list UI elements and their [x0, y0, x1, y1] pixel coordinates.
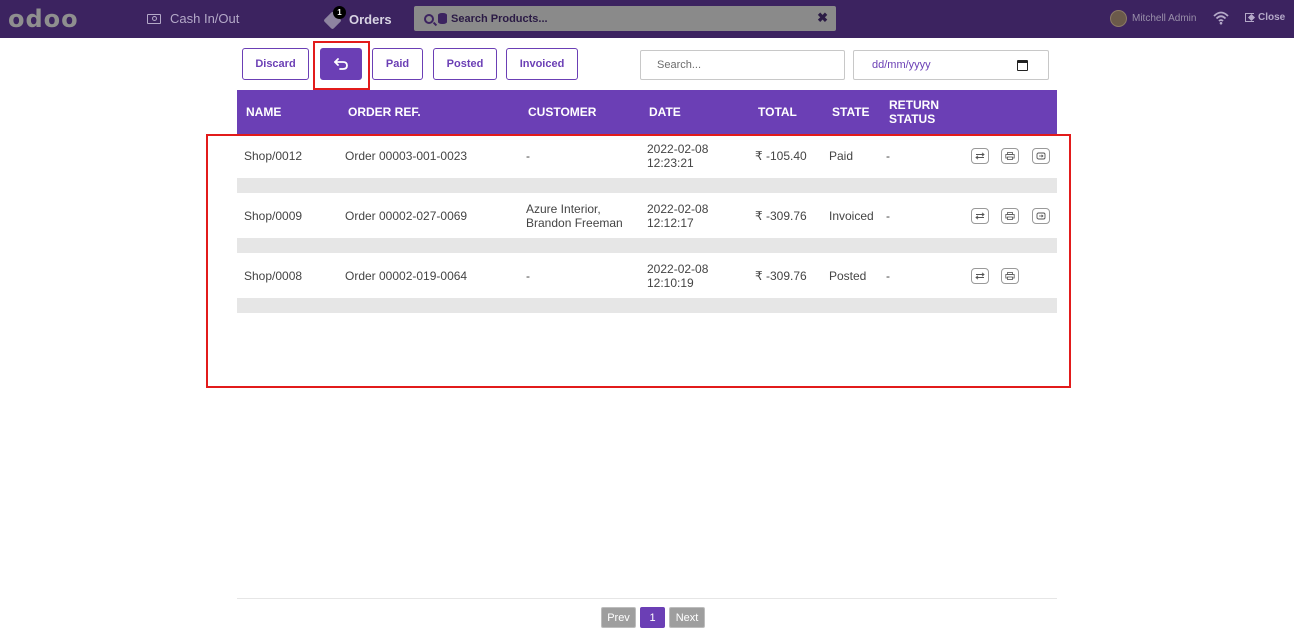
avatar [1110, 10, 1127, 27]
orders-button[interactable]: 1 Orders [323, 6, 392, 30]
invoiced-filter-button[interactable]: Invoiced [506, 48, 578, 80]
paid-filter-button[interactable]: Paid [372, 48, 423, 80]
calendar-icon[interactable] [1017, 60, 1028, 71]
odoo-logo: odoo [8, 5, 79, 33]
date-filter-input[interactable]: dd/mm/yyyy [853, 50, 1049, 80]
orders-count-badge: 1 [333, 6, 346, 19]
back-button-highlight [313, 41, 370, 90]
order-search-input[interactable]: Search... [640, 50, 845, 80]
close-button[interactable]: Close [1245, 12, 1285, 23]
cash-in-out-label: Cash In/Out [170, 11, 240, 26]
database-icon [438, 13, 447, 24]
current-page-button[interactable]: 1 [640, 607, 665, 628]
cash-in-out-button[interactable]: Cash In/Out [147, 11, 239, 26]
money-icon [147, 13, 161, 24]
top-bar: odoo Cash In/Out 1 Orders Search Product… [0, 0, 1294, 38]
posted-filter-button[interactable]: Posted [433, 48, 497, 80]
search-icon [424, 13, 434, 24]
user-menu[interactable]: Mitchell Admin [1110, 10, 1196, 27]
next-page-button[interactable]: Next [669, 607, 705, 628]
col-name: NAME [246, 105, 282, 119]
product-search-input[interactable]: Search Products... ✖ [414, 6, 836, 31]
order-search-placeholder: Search... [657, 59, 702, 71]
col-total: TOTAL [758, 105, 797, 119]
prev-page-button[interactable]: Prev [601, 607, 636, 628]
close-label: Close [1258, 12, 1286, 23]
col-return-status: RETURN STATUS [889, 98, 939, 126]
product-search-placeholder: Search Products... [451, 12, 548, 25]
user-name: Mitchell Admin [1132, 13, 1197, 24]
orders-table-header: NAME ORDER REF. CUSTOMER DATE TOTAL STAT… [237, 90, 1057, 134]
col-order-ref: ORDER REF. [348, 105, 421, 119]
col-state: STATE [832, 105, 870, 119]
wifi-icon [1213, 11, 1229, 25]
col-date: DATE [649, 105, 681, 119]
sign-out-icon [1245, 13, 1254, 22]
orders-table-highlight [206, 134, 1071, 388]
discard-button[interactable]: Discard [242, 48, 309, 80]
orders-label: Orders [349, 11, 392, 27]
date-placeholder: dd/mm/yyyy [872, 59, 931, 71]
col-customer: CUSTOMER [528, 105, 597, 119]
clear-search-icon[interactable]: ✖ [817, 10, 828, 26]
pagination-divider [237, 598, 1057, 599]
